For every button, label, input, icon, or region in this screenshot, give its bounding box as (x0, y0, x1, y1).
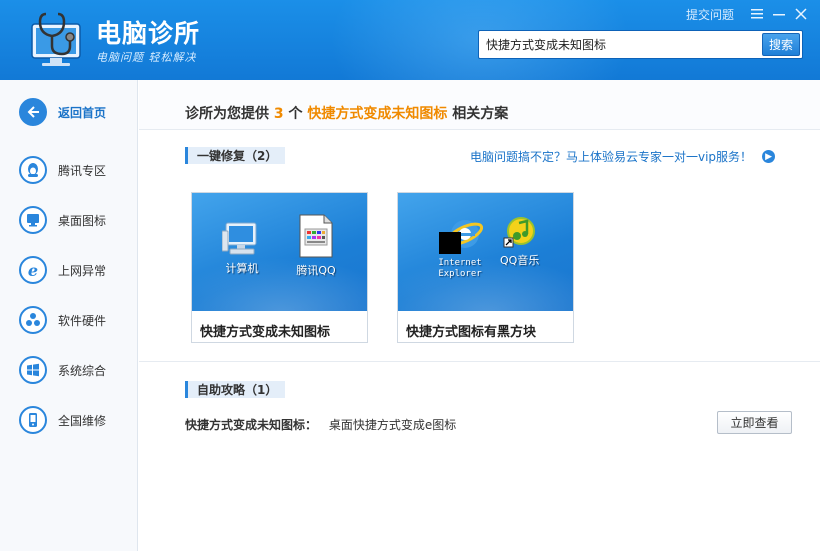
sidebar-item-hardware[interactable]: 软件硬件 (19, 305, 134, 335)
qq-penguin-icon (19, 156, 47, 184)
desktop-icon-label: QQ音乐 (500, 254, 540, 267)
desktop-icon-qq: 腾讯QQ (296, 213, 336, 278)
main-content: 诊所为您提供 3 个 快捷方式变成未知图标 相关方案 一键修复（2） 电脑问题搞… (139, 80, 820, 551)
submit-question-link[interactable]: 提交问题 (686, 6, 734, 23)
hardware-icon (19, 306, 47, 334)
window-controls: 提交问题 (686, 4, 812, 24)
monitor-icon (19, 206, 47, 234)
sidebar-item-system[interactable]: 系统综合 (19, 355, 134, 385)
guide-item: 快捷方式变成未知图标： 桌面快捷方式变成e图标 (185, 416, 456, 433)
computer-icon (222, 222, 257, 255)
section-divider (139, 361, 820, 362)
app-title: 电脑诊所 (96, 19, 201, 48)
desktop-icon-qqmusic: QQ音乐 (500, 217, 539, 268)
self-help-section-title: 自助攻略（1） (185, 381, 286, 398)
sidebar-item-label: 系统综合 (58, 363, 107, 378)
phone-icon (19, 406, 47, 434)
headline-prefix: 诊所为您提供 (185, 106, 269, 122)
sidebar-item-label: 腾讯专区 (58, 163, 107, 178)
close-icon[interactable] (790, 4, 812, 24)
repair-card-black-block[interactable]: Internet Explorer QQ音乐 快捷方式图标有黑方块 (397, 192, 574, 343)
repair-card-unknown-icon[interactable]: 计算机 腾讯QQ 快捷方式变成未知图标 (191, 192, 368, 343)
guide-item-label: 快捷方式变成未知图标： (185, 418, 318, 432)
search-input[interactable] (479, 31, 761, 58)
search-button[interactable]: 搜索 (762, 33, 800, 56)
sidebar-item-network[interactable]: e 上网异常 (19, 255, 134, 285)
menu-icon[interactable] (746, 4, 768, 24)
desktop-icon-ie: Internet Explorer (432, 217, 488, 280)
desktop-icon-computer: 计算机 (222, 221, 262, 276)
headline-unit: 个 (288, 106, 303, 122)
search-keyword: 快捷方式变成未知图标 (307, 106, 448, 122)
vip-service-link[interactable]: 电脑问题搞不定？马上体验易云专家一对一vip服务！ ▶ (470, 148, 776, 165)
windows-logo-icon (19, 356, 47, 384)
view-now-button[interactable]: 立即查看 (717, 411, 792, 434)
arrow-right-icon: ▶ (762, 150, 776, 163)
search-box: 搜索 (478, 30, 803, 59)
guide-item-link[interactable]: 桌面快捷方式变成e图标 (329, 418, 456, 432)
card-title: 快捷方式变成未知图标 (200, 325, 331, 340)
app-header: 电脑诊所 电脑问题 轻松解决 提交问题 搜索 (0, 0, 820, 80)
desktop-icon-label: 腾讯QQ (296, 264, 336, 277)
sidebar-item-home[interactable]: 返回首页 (19, 97, 134, 127)
stethoscope-monitor-logo-icon (31, 12, 81, 66)
sidebar-item-tencent[interactable]: 腾讯专区 (19, 155, 134, 185)
sidebar-item-label: 桌面图标 (58, 213, 107, 228)
desktop-icon-label: 计算机 (225, 262, 259, 275)
ie-browser-icon: e (19, 256, 47, 284)
result-count: 3 (273, 106, 284, 122)
sidebar-item-label: 返回首页 (58, 105, 107, 120)
one-click-repair-section-title: 一键修复（2） (185, 147, 286, 164)
qq-music-icon (503, 217, 535, 248)
sidebar-item-label: 全国维修 (58, 413, 107, 428)
sidebar-item-label: 软件硬件 (58, 313, 107, 328)
card-preview-image: 计算机 腾讯QQ (192, 193, 367, 311)
ie-icon-with-black-block (439, 220, 483, 254)
sidebar-item-label: 上网异常 (58, 263, 107, 278)
headline-suffix: 相关方案 (452, 106, 509, 122)
desktop-icon-label: Internet Explorer (438, 258, 482, 279)
card-title: 快捷方式图标有黑方块 (406, 325, 537, 340)
app-slogan: 电脑问题 轻松解决 (96, 51, 197, 64)
sidebar: 返回首页 腾讯专区 桌面图标 e 上网异常 软件硬件 系统综合 全国维修 (0, 80, 138, 551)
back-arrow-icon (19, 98, 47, 126)
minimize-icon[interactable] (768, 4, 790, 24)
unknown-file-icon (299, 214, 333, 258)
headline-bar: 诊所为您提供 3 个 快捷方式变成未知图标 相关方案 (139, 80, 820, 130)
sidebar-item-repair[interactable]: 全国维修 (19, 405, 134, 435)
vip-link-text: 电脑问题搞不定？马上体验易云专家一对一vip服务！ (470, 150, 753, 164)
card-preview-image: Internet Explorer QQ音乐 (398, 193, 573, 311)
sidebar-item-desktop-icons[interactable]: 桌面图标 (19, 205, 134, 235)
result-headline: 诊所为您提供 3 个 快捷方式变成未知图标 相关方案 (185, 103, 508, 123)
